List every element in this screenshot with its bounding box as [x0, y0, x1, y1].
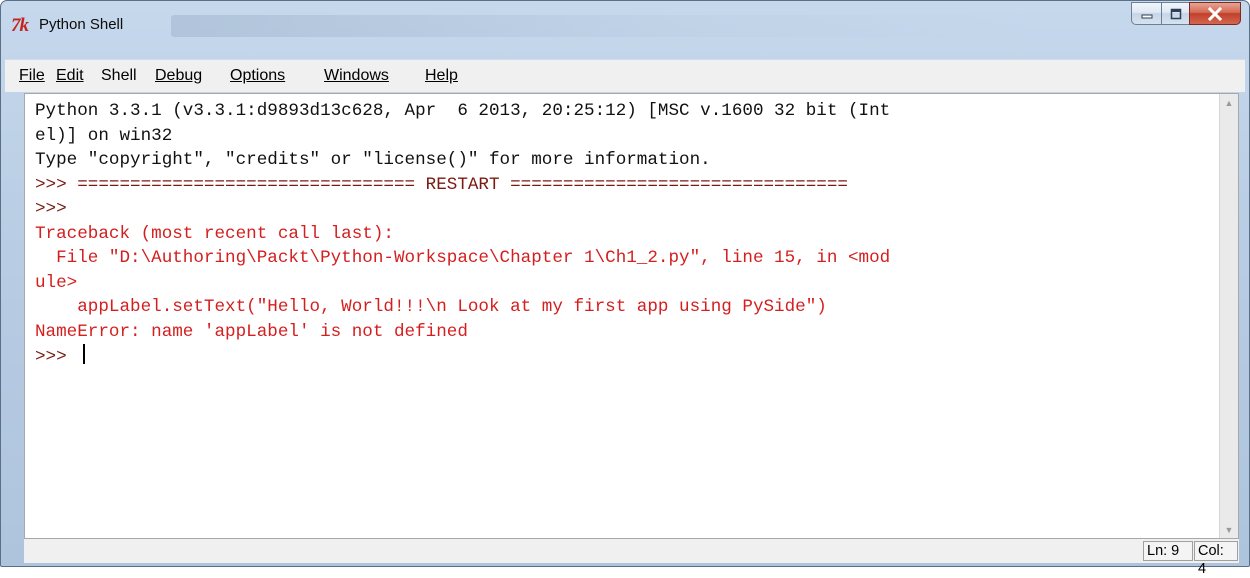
- shell-line: File "D:\Authoring\Packt\Python-Workspac…: [35, 246, 1213, 271]
- menu-help-label: Help: [425, 67, 458, 84]
- close-icon: [1207, 6, 1223, 21]
- menu-debug[interactable]: Debug: [155, 67, 202, 85]
- menu-file-label: File: [19, 67, 45, 84]
- menu-windows-label: Windows: [324, 67, 389, 84]
- shell-line-text: File "D:\Authoring\Packt\Python-Workspac…: [35, 248, 891, 268]
- status-bar: Ln: 9 Col: 4: [24, 539, 1239, 577]
- shell-line-text: el)] on win32: [35, 125, 173, 146]
- shell-line-text: >>>: [35, 347, 78, 367]
- shell-line-text: appLabel.setText("Hello, World!!!\n Look…: [35, 297, 827, 317]
- scroll-up-arrow-icon[interactable]: ▲: [1221, 94, 1237, 111]
- minimize-button[interactable]: [1131, 2, 1161, 25]
- status-line-number: Ln: 9: [1143, 541, 1193, 561]
- shell-line-text: Type "copyright", "credits" or "license(…: [35, 150, 711, 170]
- tk-logo-icon: 7k: [11, 15, 29, 36]
- shell-line-text: NameError: name 'appLabel' is not define…: [35, 321, 468, 342]
- menu-windows[interactable]: Windows: [324, 67, 389, 85]
- close-button[interactable]: [1189, 2, 1241, 25]
- scroll-down-arrow-icon[interactable]: ▼: [1221, 521, 1237, 538]
- shell-editor[interactable]: Python 3.3.1 (v3.3.1:d9893d13c628, Apr 6…: [24, 93, 1239, 539]
- shell-line-text: >>> ================================ RES…: [35, 174, 848, 195]
- menu-shell[interactable]: Shell: [101, 67, 137, 85]
- shell-line: >>> ================================ RES…: [35, 173, 1213, 198]
- maximize-icon: [1170, 8, 1181, 19]
- title-bar[interactable]: 7k Python Shell: [1, 1, 1249, 53]
- menu-options[interactable]: Options: [230, 67, 285, 85]
- menu-shell-label: Shell: [101, 67, 137, 84]
- shell-line: el)] on win32: [35, 124, 1213, 149]
- window-title: Python Shell: [39, 16, 124, 33]
- shell-line: Python 3.3.1 (v3.3.1:d9893d13c628, Apr 6…: [35, 99, 1213, 124]
- menu-bar: File Edit Shell Debug Options Windows He…: [5, 59, 1245, 92]
- status-column-number: Col: 4: [1194, 541, 1238, 577]
- menu-file[interactable]: File: [19, 67, 45, 85]
- menu-debug-label: Debug: [155, 67, 203, 84]
- shell-line: >>>: [35, 197, 1213, 222]
- shell-line-text: Traceback (most recent call last):: [35, 223, 394, 244]
- shell-line-text: ule>: [35, 272, 78, 293]
- vertical-scrollbar[interactable]: ▲ ▼: [1219, 94, 1238, 538]
- menu-edit[interactable]: Edit: [56, 67, 84, 85]
- shell-line: ule>: [35, 271, 1213, 296]
- menu-options-label: Options: [230, 67, 286, 84]
- window-controls: [1131, 2, 1241, 26]
- text-cursor: [83, 344, 86, 364]
- shell-line-text: >>>: [35, 199, 78, 219]
- minimize-icon: [1141, 14, 1152, 18]
- title-bar-glass: [171, 15, 1031, 37]
- shell-output[interactable]: Python 3.3.1 (v3.3.1:d9893d13c628, Apr 6…: [35, 99, 1213, 535]
- maximize-button[interactable]: [1161, 2, 1189, 25]
- shell-line: Traceback (most recent call last):: [35, 222, 1213, 247]
- shell-line: NameError: name 'appLabel' is not define…: [35, 320, 1213, 345]
- python-shell-window: 7k Python Shell File Edit Shell Debug Op…: [0, 0, 1250, 577]
- shell-line-text: Python 3.3.1 (v3.3.1:d9893d13c628, Apr 6…: [35, 101, 891, 121]
- menu-help[interactable]: Help: [425, 67, 458, 85]
- shell-line: Type "copyright", "credits" or "license(…: [35, 148, 1213, 173]
- shell-line: >>>: [35, 344, 1213, 369]
- menu-edit-label: Edit: [56, 67, 84, 84]
- shell-line: appLabel.setText("Hello, World!!!\n Look…: [35, 295, 1213, 320]
